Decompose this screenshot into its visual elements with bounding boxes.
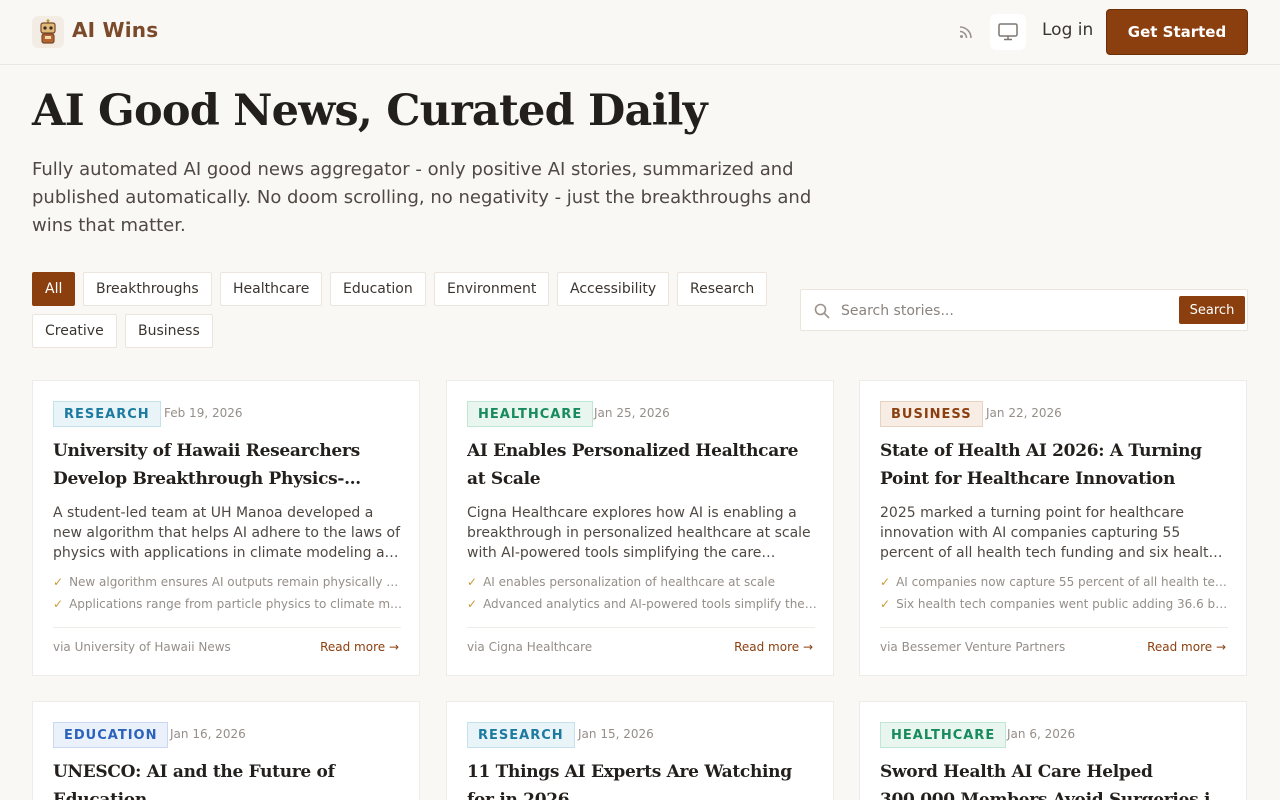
story-title[interactable]: University of Hawaii Researchers Develop… xyxy=(53,437,403,493)
story-summary: 2025 marked a turning point for healthca… xyxy=(880,505,1218,561)
story-date: Jan 15, 2026 xyxy=(578,727,654,741)
story-summary: Cigna Healthcare explores how AI is enab… xyxy=(467,505,811,561)
story-card[interactable]: BUSINESS Jan 22, 2026 State of Health AI… xyxy=(859,380,1247,676)
read-more-link[interactable]: Read more → xyxy=(734,640,813,654)
category-badge[interactable]: HEALTHCARE xyxy=(880,722,1007,748)
monitor-icon xyxy=(998,23,1018,41)
category-badge[interactable]: RESEARCH xyxy=(53,401,161,427)
story-card[interactable]: RESEARCH Jan 15, 2026 11 Things AI Exper… xyxy=(446,701,834,800)
read-more-link[interactable]: Read more → xyxy=(320,640,399,654)
story-date: Jan 25, 2026 xyxy=(594,406,670,420)
page-title: AI Good News, Curated Daily xyxy=(32,86,708,136)
search-icon xyxy=(814,303,830,319)
category-badge[interactable]: EDUCATION xyxy=(53,722,169,748)
story-source: via Cigna Healthcare xyxy=(467,640,593,654)
story-highlight: ✓ AI companies now capture 55 percent of … xyxy=(880,575,1230,589)
story-summary: A student-led team at UH Manoa developed… xyxy=(53,505,403,561)
category-badge[interactable]: RESEARCH xyxy=(467,722,575,748)
story-card[interactable]: HEALTHCARE Jan 6, 2026 Sword Health AI C… xyxy=(859,701,1247,800)
story-date: Feb 19, 2026 xyxy=(164,406,243,420)
brand-name[interactable]: AI Wins xyxy=(72,18,158,42)
story-highlight: ✓ AI enables personalization of healthcar… xyxy=(467,575,817,589)
read-more-link[interactable]: Read more → xyxy=(1147,640,1226,654)
display-theme-toggle[interactable] xyxy=(990,14,1026,50)
search-button[interactable]: Search xyxy=(1179,296,1245,324)
story-card[interactable]: EDUCATION Jan 16, 2026 UNESCO: AI and th… xyxy=(32,701,420,800)
story-highlight: ✓ Advanced analytics and AI-powered tools… xyxy=(467,597,817,611)
category-badge[interactable]: BUSINESS xyxy=(880,401,983,427)
get-started-button[interactable]: Get Started xyxy=(1106,9,1248,55)
card-divider xyxy=(53,627,401,628)
story-title[interactable]: Sword Health AI Care Helped 300,000 Memb… xyxy=(880,758,1230,800)
filter-business[interactable]: Business xyxy=(125,314,213,348)
story-date: Jan 6, 2026 xyxy=(1007,727,1076,741)
story-title[interactable]: UNESCO: AI and the Future of Education xyxy=(53,758,403,800)
highlight-text: AI enables personalization of healthcare… xyxy=(483,575,775,589)
check-icon: ✓ xyxy=(53,597,64,611)
highlight-text: Six health tech companies went public ad… xyxy=(896,597,1230,611)
story-highlight: ✓ Applications range from particle physic… xyxy=(53,597,403,611)
top-navigation-bar: AI Wins Log in Get Started xyxy=(0,0,1280,65)
story-title[interactable]: AI Enables Personalized Healthcare at Sc… xyxy=(467,437,817,493)
filter-all[interactable]: All xyxy=(32,272,76,306)
check-icon: ✓ xyxy=(53,575,64,589)
story-title[interactable]: State of Health AI 2026: A Turning Point… xyxy=(880,437,1230,493)
robot-logo-icon[interactable] xyxy=(32,16,64,48)
story-date: Jan 22, 2026 xyxy=(986,406,1062,420)
login-link[interactable]: Log in xyxy=(1042,20,1093,40)
filter-environment[interactable]: Environment xyxy=(434,272,550,306)
filter-education[interactable]: Education xyxy=(330,272,426,306)
filter-healthcare[interactable]: Healthcare xyxy=(220,272,323,306)
story-date: Jan 16, 2026 xyxy=(170,727,246,741)
filter-research[interactable]: Research xyxy=(677,272,768,306)
highlight-text: New algorithm ensures AI outputs remain … xyxy=(69,575,403,589)
story-highlight: ✓ New algorithm ensures AI outputs remain… xyxy=(53,575,403,589)
page-description: Fully automated AI good news aggregator … xyxy=(32,159,812,236)
card-divider xyxy=(880,627,1228,628)
story-card[interactable]: RESEARCH Feb 19, 2026 University of Hawa… xyxy=(32,380,420,676)
story-source: via Bessemer Venture Partners xyxy=(880,640,1066,654)
check-icon: ✓ xyxy=(467,575,478,589)
highlight-text: Advanced analytics and AI-powered tools … xyxy=(483,597,817,611)
filter-creative[interactable]: Creative xyxy=(32,314,117,348)
filter-accessibility[interactable]: Accessibility xyxy=(557,272,670,306)
rss-feed-icon[interactable] xyxy=(956,22,976,42)
check-icon: ✓ xyxy=(880,575,891,589)
story-card[interactable]: HEALTHCARE Jan 25, 2026 AI Enables Perso… xyxy=(446,380,834,676)
check-icon: ✓ xyxy=(467,597,478,611)
check-icon: ✓ xyxy=(880,597,891,611)
search-input[interactable] xyxy=(841,298,1161,324)
highlight-text: Applications range from particle physics… xyxy=(69,597,403,611)
highlight-text: AI companies now capture 55 percent of a… xyxy=(896,575,1230,589)
story-highlight: ✓ Six health tech companies went public a… xyxy=(880,597,1230,611)
story-source: via University of Hawaii News xyxy=(53,640,231,654)
story-title[interactable]: 11 Things AI Experts Are Watching for in… xyxy=(467,758,817,800)
search-bar: Search xyxy=(800,289,1248,331)
category-badge[interactable]: HEALTHCARE xyxy=(467,401,594,427)
card-divider xyxy=(467,627,815,628)
filter-breakthroughs[interactable]: Breakthroughs xyxy=(83,272,212,306)
